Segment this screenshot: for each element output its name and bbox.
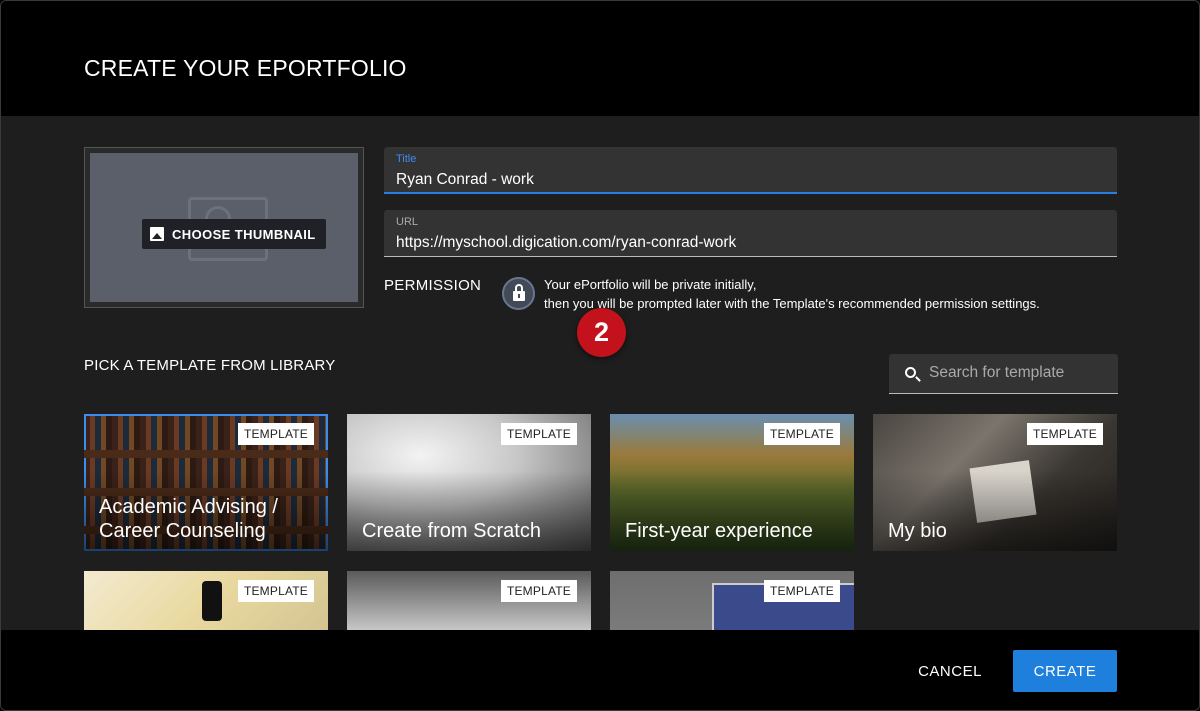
template-card-my-bio[interactable]: TEMPLATE My bio (873, 414, 1117, 551)
template-title: Create from Scratch (362, 520, 541, 542)
template-tag: TEMPLATE (1026, 423, 1103, 445)
title-field-label: Title (396, 153, 417, 165)
choose-thumbnail-label: CHOOSE THUMBNAIL (172, 226, 316, 242)
permission-label: PERMISSION (384, 277, 482, 294)
dialog-header: CREATE YOUR EPORTFOLIO (1, 1, 1199, 116)
image-icon (150, 227, 164, 241)
thumbnail-area: CHOOSE THUMBNAIL (90, 153, 358, 302)
search-icon (905, 367, 916, 378)
thumbnail-preview: CHOOSE THUMBNAIL (84, 147, 364, 308)
template-tag: TEMPLATE (763, 423, 840, 445)
permission-lock-button[interactable] (502, 277, 535, 310)
template-card-first-year-experience[interactable]: TEMPLATE First-year experience (610, 414, 854, 551)
title-field[interactable]: Title (384, 147, 1117, 194)
permission-description: Your ePortfolio will be private initiall… (544, 275, 1040, 313)
template-card-5[interactable]: TEMPLATE (84, 571, 328, 630)
title-input[interactable] (396, 171, 1096, 189)
template-search-input[interactable] (929, 354, 1109, 392)
dialog-footer: CANCEL CREATE (1, 630, 1199, 710)
url-field[interactable]: URL (384, 210, 1117, 257)
template-tag: TEMPLATE (500, 423, 577, 445)
template-tag: TEMPLATE (237, 423, 314, 445)
dialog-title: CREATE YOUR EPORTFOLIO (84, 55, 407, 81)
template-card-7[interactable]: TEMPLATE (610, 571, 854, 630)
url-field-label: URL (396, 216, 419, 228)
choose-thumbnail-button[interactable]: CHOOSE THUMBNAIL (142, 219, 326, 249)
url-input[interactable] (396, 234, 1096, 252)
step-number-badge: 2 (577, 308, 626, 357)
template-library-label: PICK A TEMPLATE FROM LIBRARY (84, 357, 336, 374)
dialog-body: CHOOSE THUMBNAIL Title URL PERMISSION Yo… (1, 116, 1199, 630)
template-card-6[interactable]: TEMPLATE (347, 571, 591, 630)
template-title: My bio (888, 520, 947, 542)
lock-icon (512, 284, 525, 301)
template-tag: TEMPLATE (500, 580, 577, 602)
template-card-academic-advising[interactable]: TEMPLATE Academic Advising / Career Coun… (84, 414, 328, 551)
template-title: First-year experience (625, 520, 813, 542)
template-title: Academic Advising / Career Counseling (99, 496, 278, 542)
template-search[interactable] (889, 354, 1118, 394)
permission-line-1: Your ePortfolio will be private initiall… (544, 277, 757, 292)
create-button[interactable]: CREATE (1013, 650, 1117, 692)
template-tag: TEMPLATE (237, 580, 314, 602)
template-card-create-from-scratch[interactable]: TEMPLATE Create from Scratch (347, 414, 591, 551)
create-eportfolio-dialog: CREATE YOUR EPORTFOLIO CHOOSE THUMBNAIL … (0, 0, 1200, 711)
template-tag: TEMPLATE (763, 580, 840, 602)
permission-line-2: then you will be prompted later with the… (544, 296, 1040, 311)
cancel-button[interactable]: CANCEL (901, 650, 999, 692)
